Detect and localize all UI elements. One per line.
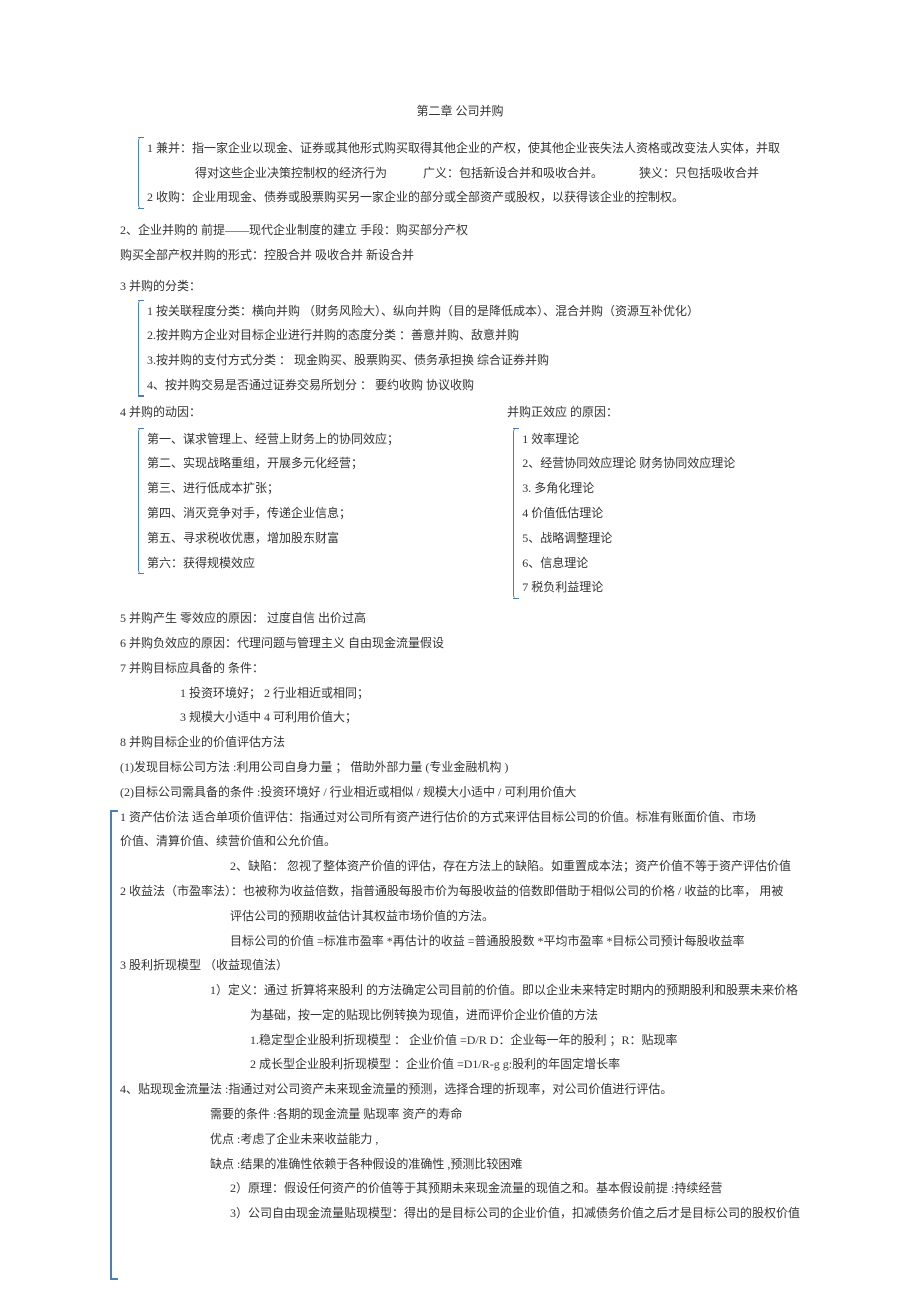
m3c: 1.稳定型企业股利折现模型 ： 企业价值 =D/R D：企业每一年的股利 ；R：… (120, 1029, 800, 1052)
reason-4: 4 价值低估理论 (522, 502, 800, 525)
motive-1: 第一、谋求管理上、经营上财务上的协同效应； (147, 428, 455, 451)
m3d: 2 成长型企业股利折现模型 ：企业价值 =D1/R-g g:股利的年固定增长率 (120, 1053, 800, 1076)
s7: 7 并购目标应具备的 条件： (120, 657, 800, 680)
m2c: 目标公司的价值 =标准市盈率 *再估计的收益 =普通股股数 *平均市盈率 *目标… (120, 930, 800, 953)
reason-7: 7 税负利益理论 (522, 576, 800, 599)
s4r-heading: 并购正效应 的原因： (507, 405, 618, 419)
s8b: (2)目标公司需具备的条件 :投资环境好 / 行业相近或相似 / 规模大小适中 … (120, 781, 800, 804)
chapter-title: 第二章 公司并购 (120, 100, 800, 123)
methods-block: 1 资产估价法 适合单项价值评估：指通过对公司所有资产进行估价的方式来评估目标公… (120, 806, 800, 1226)
p2a: 2、企业并购的 前提——现代企业制度的建立 手段：购买部分产权 (120, 219, 800, 242)
m2a: 2 收益法（市盈率法）：也被称为收益倍数，指普通股每股市价为每股收益的倍数即借助… (120, 880, 800, 903)
p1-line3: 2 收购：企业用现金、债券或股票购买另一家企业的部分或全部资产或股权，以获得该企… (147, 186, 800, 209)
reasons-bracket: 1 效率理论 2、经营协同效应理论 财务协同效应理论 3. 多角化理论 4 价值… (513, 428, 800, 600)
s4-row: 4 并购的动因： 并购正效应 的原因： (120, 401, 800, 424)
two-column-block: 第一、谋求管理上、经营上财务上的协同效应； 第二、实现战略重组，开展多元化经营；… (120, 426, 800, 602)
p1-line1: 1 兼并：指一家企业以现金、证券或其他形式购买取得其他企业的产权，使其他企业丧失… (147, 137, 800, 160)
motive-3: 第三、进行低成本扩张； (147, 477, 455, 500)
motive-2: 第二、实现战略重组，开展多元化经营； (147, 452, 455, 475)
reason-3: 3. 多角化理论 (522, 477, 800, 500)
s8: 8 并购目标企业的价值评估方法 (120, 731, 800, 754)
m4c: 缺点 :结果的准确性依赖于各种假设的准确性 ,预测比较困难 (120, 1153, 800, 1176)
p1-l2a: 得对这些企业决策控制权的经济行为 (195, 166, 387, 180)
s5: 5 并购产生 零效应的原因： 过度自信 出价过高 (120, 607, 800, 630)
cat-4: 4、按并购交易是否通过证券交易所划分 ： 要约收购 协议收购 (147, 374, 800, 397)
s4-heading: 4 并购的动因： (120, 405, 201, 419)
s7b: 3 规模大小适中 4 可利用价值大； (120, 706, 800, 729)
s8a: (1)发现目标公司方法 :利用公司自身力量 ； 借助外部力量 (专业金融机构 ) (120, 756, 800, 779)
motives-bracket: 第一、谋求管理上、经营上财务上的协同效应； 第二、实现战略重组，开展多元化经营；… (138, 428, 455, 575)
motive-6: 第六：获得规模效应 (147, 552, 455, 575)
motive-4: 第四、消灭竞争对手，传递企业信息； (147, 502, 455, 525)
m3: 3 股利折现模型 （收益现值法） (120, 954, 800, 977)
cat-2: 2.按并购方企业对目标企业进行并购的态度分类 ：善意并购、敌意并购 (147, 324, 800, 347)
m1a: 1 资产估价法 适合单项价值评估：指通过对公司所有资产进行估价的方式来评估目标公… (120, 806, 800, 829)
reason-5: 5、战略调整理论 (522, 527, 800, 550)
s7a: 1 投资环境好； 2 行业相近或相同； (120, 682, 800, 705)
cat-1: 1 按关联程度分类：横向并购 （财务风险大）、纵向并购（目的是降低成本）、混合并… (147, 300, 800, 323)
p1-l2b: 广义：包括新设合并和吸收合并。 (423, 166, 603, 180)
p2b: 购买全部产权并购的形式：控股合并 吸收合并 新设合并 (120, 244, 800, 267)
methods-bracket-icon (110, 810, 112, 1280)
p1-l2c: 狭义：只包括吸收合并 (639, 166, 759, 180)
s6: 6 并购负效应的原因：代理问题与管理主义 自由现金流量假设 (120, 632, 800, 655)
section-1-bracket: 1 兼并：指一家企业以现金、证券或其他形式购买取得其他企业的产权，使其他企业丧失… (138, 137, 800, 209)
p1-line2: 得对这些企业决策控制权的经济行为 广义：包括新设合并和吸收合并。 狭义：只包括吸… (147, 162, 800, 185)
reason-6: 6、信息理论 (522, 552, 800, 575)
m1b: 价值、清算价值、续营价值和公允价值。 (120, 830, 800, 853)
m2b: 评估公司的预期收益估计其权益市场价值的方法。 (120, 905, 800, 928)
motive-5: 第五、寻求税收优惠，增加股东财富 (147, 527, 455, 550)
m4d: 2）原理：假设任何资产的价值等于其预期未来现金流量的现值之和。基本假设前提 :持… (120, 1177, 800, 1200)
s3-heading: 3 并购的分类： (120, 275, 800, 298)
category-bracket: 1 按关联程度分类：横向并购 （财务风险大）、纵向并购（目的是降低成本）、混合并… (138, 300, 800, 397)
m3b: 为基础，按一定的贴现比例转换为现值，进而评价企业价值的方法 (120, 1004, 800, 1027)
reason-2: 2、经营协同效应理论 财务协同效应理论 (522, 452, 800, 475)
m4a: 需要的条件 :各期的现金流量 贴现率 资产的寿命 (120, 1103, 800, 1126)
m1c: 2、缺陷： 忽视了整体资产价值的评估，存在方法上的缺陷。如重置成本法；资产价值不… (120, 855, 800, 878)
cat-3: 3.按并购的支付方式分类 ： 现金购买、股票购买、债务承担换 综合证券并购 (147, 349, 800, 372)
m4: 4、贴现现金流量法 :指通过对公司资产未来现金流量的预测，选择合理的折现率，对公… (120, 1078, 800, 1101)
m4b: 优点 :考虑了企业未来收益能力 , (120, 1128, 800, 1151)
m3a: 1）定义：通过 折算将来股利 的方法确定公司目前的价值。即以企业未来特定时期内的… (120, 979, 800, 1002)
m4e: 3）公司自由现金流量贴现模型：得出的是目标公司的企业价值，扣减债务价值之后才是目… (120, 1202, 800, 1225)
reason-1: 1 效率理论 (522, 428, 800, 451)
